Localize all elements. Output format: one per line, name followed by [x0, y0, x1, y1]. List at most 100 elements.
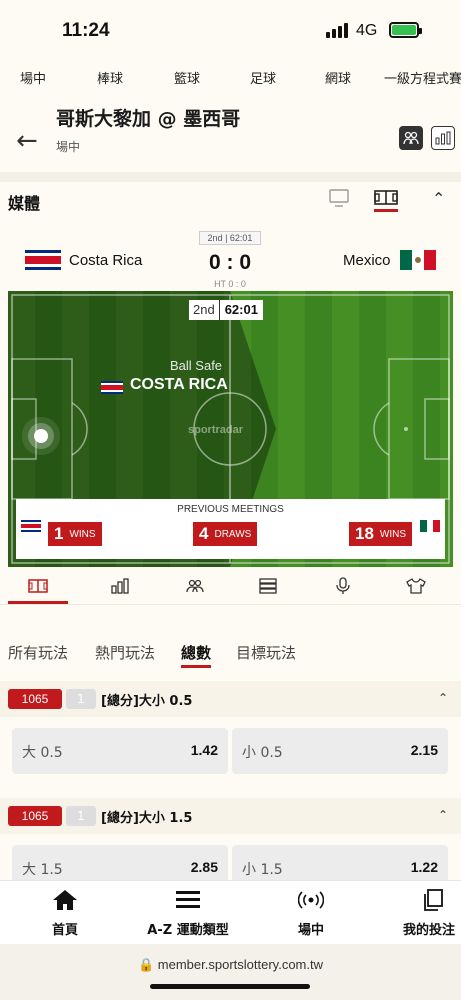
browser-url-bar[interactable]: 🔒 member.sportslottery.com.tw [0, 944, 461, 1000]
odds-button[interactable]: 大 0.5 1.42 [12, 728, 228, 774]
status-time: 11:24 [62, 20, 110, 41]
bar-chart-icon [435, 131, 451, 145]
nav-az-sports-label: A-Z 運動類型 [147, 923, 229, 938]
previous-meetings-heading: PREVIOUS MEETINGS [177, 504, 284, 515]
collapse-icon[interactable]: ⌃ [432, 189, 445, 208]
market-header[interactable]: 1065 1 [總分]大小 0.5 ⌃ [0, 681, 461, 717]
tab-jersey-icon[interactable] [404, 576, 428, 596]
away-wins-badge: 18 WINS [349, 522, 413, 546]
people-icon [403, 131, 419, 145]
tab-goals[interactable]: 目標玩法 [236, 642, 296, 663]
section-separator [0, 172, 461, 182]
sport-nav-item-tennis[interactable]: 網球 [325, 68, 351, 87]
signal-icon [326, 22, 352, 38]
home-icon [53, 890, 77, 910]
tv-icon[interactable] [328, 188, 350, 212]
back-arrow-icon[interactable]: ← [16, 126, 38, 156]
tab-all-bets[interactable]: 所有玩法 [8, 642, 68, 663]
sportradar-watermark: sportradar [188, 424, 244, 436]
nav-home[interactable]: 首頁 [48, 889, 82, 938]
nav-home-label: 首頁 [51, 923, 78, 938]
collapse-icon[interactable]: ⌃ [438, 691, 448, 705]
sport-nav-item-basketball[interactable]: 籃球 [174, 68, 200, 87]
tab-totals[interactable]: 總數 [181, 642, 212, 668]
costa-rica-flag-icon [101, 379, 123, 394]
away-wins-count: 18 [355, 524, 374, 543]
nav-my-bets[interactable]: 我的投注 [403, 889, 461, 938]
live-icon [297, 891, 325, 909]
odds-label: 小 1.5 [242, 862, 283, 878]
previous-meetings-panel: PREVIOUS MEETINGS 1 WINS 4 DRAWS 18 WINS [16, 499, 445, 559]
pitch-clock: 2nd 62:01 [189, 300, 263, 320]
mexico-flag-icon [400, 250, 436, 270]
menu-icon [176, 891, 200, 908]
stats-button[interactable] [431, 126, 455, 150]
url-value: member.sportslottery.com.tw [157, 957, 323, 972]
costa-rica-flag-icon [21, 517, 41, 532]
media-title: 媒體 [8, 194, 41, 213]
costa-rica-flag-icon [25, 250, 61, 270]
half-time-score: HT 0 : 0 [214, 279, 246, 289]
sport-nav-item-live[interactable]: 場中 [20, 68, 46, 87]
odds-button[interactable]: 小 0.5 2.15 [232, 728, 448, 774]
battery-icon [389, 22, 422, 38]
tabs-divider [0, 604, 461, 605]
odds-label: 大 0.5 [22, 745, 63, 761]
sport-nav-item-football[interactable]: 足球 [250, 68, 276, 87]
tab-popular[interactable]: 熱門玩法 [95, 642, 155, 663]
draws-badge: 4 DRAWS [193, 522, 258, 546]
field-view-active-indicator [374, 209, 398, 212]
away-wins-label: WINS [379, 528, 407, 540]
sport-nav-item-f1[interactable]: 一級方程式賽 [384, 68, 461, 87]
tab-pitch-icon[interactable] [26, 576, 50, 596]
match-period: 2nd | 62:01 [199, 231, 261, 245]
nav-live-label: 場中 [297, 923, 324, 938]
odds-value: 1.42 [190, 742, 218, 758]
score: 0 : 0 [208, 251, 252, 274]
market-id: 1065 [8, 806, 62, 826]
market-header[interactable]: 1065 1 [總分]大小 1.5 ⌃ [0, 798, 461, 834]
network-type: 4G [356, 22, 378, 39]
home-indicator [150, 984, 310, 989]
tab-commentary-icon[interactable] [331, 576, 355, 596]
odds-label: 大 1.5 [22, 862, 63, 878]
home-team: Costa Rica [69, 252, 143, 269]
pitch-clock-period: 2nd [189, 300, 220, 320]
home-wins-count: 1 [54, 524, 64, 543]
market-id: 1065 [8, 689, 62, 709]
tab-table-icon[interactable] [256, 576, 280, 596]
tab-lineups-icon[interactable] [183, 576, 207, 596]
lock-icon: 🔒 [137, 957, 158, 972]
event-label: Ball Safe [170, 358, 223, 373]
bottom-nav: 首頁 A-Z 運動類型 場中 我的投注 [0, 880, 461, 944]
sport-nav: 場中 棒球 籃球 足球 網球 一級方程式賽 [0, 64, 461, 90]
match-tracker-pitch: 2nd 62:01 Ball Safe COSTA RICA sportrada… [8, 291, 453, 567]
draws-count: 4 [199, 524, 209, 543]
market-name: [總分]大小 1.5 [101, 811, 193, 826]
odds-value: 2.15 [410, 742, 438, 758]
event-team: COSTA RICA [130, 376, 228, 393]
collapse-icon[interactable]: ⌃ [438, 808, 448, 822]
ball-position-icon [34, 429, 48, 443]
market-number: 1 [66, 689, 96, 709]
home-wins-label: WINS [69, 528, 96, 540]
sport-nav-item-baseball[interactable]: 棒球 [97, 68, 123, 87]
pitch-clock-time: 62:01 [219, 300, 263, 320]
status-bar: 11:24 4G [0, 0, 461, 60]
home-wins-badge: 1 WINS [48, 522, 102, 546]
nav-live[interactable]: 場中 [294, 889, 328, 938]
nav-my-bets-label: 我的投注 [403, 923, 456, 938]
tab-stats-icon[interactable] [108, 576, 132, 596]
draws-label: DRAWS [214, 528, 252, 540]
odds-label: 小 0.5 [242, 745, 283, 761]
odds-value: 1.22 [410, 859, 438, 875]
page-title: 哥斯大黎加 @ 墨西哥 [56, 108, 241, 130]
url-text: 🔒 member.sportslottery.com.tw [0, 957, 461, 973]
market-name: [總分]大小 0.5 [101, 694, 193, 709]
nav-az-sports[interactable]: A-Z 運動類型 [142, 889, 234, 938]
lineup-button[interactable] [399, 126, 423, 150]
market-number: 1 [66, 806, 96, 826]
copy-icon [424, 889, 443, 911]
odds-value: 2.85 [190, 859, 218, 875]
away-team: Mexico [343, 252, 391, 269]
